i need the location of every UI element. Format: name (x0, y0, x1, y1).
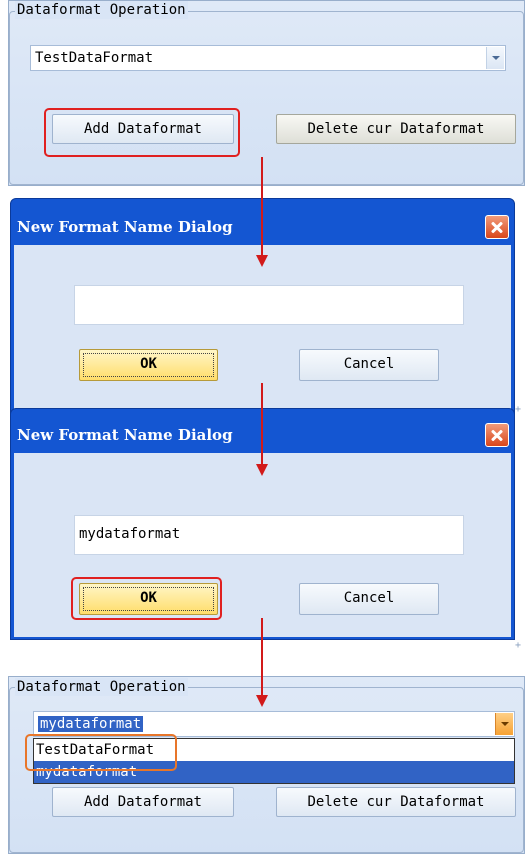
focus-ring (83, 353, 214, 377)
delete-dataformat-button[interactable]: Delete cur Dataformat (276, 114, 516, 144)
cancel-button[interactable]: Cancel (299, 349, 439, 381)
combo-value: mydataformat (38, 716, 144, 732)
group-title: Dataformat Operation (15, 1, 188, 19)
format-name-input[interactable]: mydataformat (74, 515, 464, 555)
ok-button[interactable]: OK (79, 349, 218, 381)
highlight-dropdown-item (25, 734, 177, 771)
delete-dataformat-button[interactable]: Delete cur Dataformat (276, 787, 516, 817)
close-icon[interactable] (485, 423, 509, 447)
dataformat-combo[interactable]: TestDataFormat (30, 45, 506, 71)
group-title: Dataformat Operation (15, 678, 188, 696)
dialog-title: New Format Name Dialog (17, 218, 233, 236)
close-icon[interactable] (485, 215, 509, 239)
cancel-button[interactable]: Cancel (299, 583, 439, 615)
highlight-ok-button (71, 577, 222, 620)
resize-grip-icon: + (515, 640, 522, 651)
highlight-add-button (44, 108, 240, 157)
dialog-title: New Format Name Dialog (17, 426, 233, 444)
add-dataformat-button[interactable]: Add Dataformat (52, 787, 234, 817)
dataformat-panel-1: Dataformat Operation TestDataFormat Add … (8, 0, 525, 186)
chevron-down-icon[interactable] (495, 713, 513, 735)
combo-value: TestDataFormat (35, 50, 154, 66)
group-frame (9, 11, 524, 185)
resize-grip-icon: + (515, 404, 522, 415)
format-name-input[interactable] (74, 285, 464, 325)
chevron-down-icon[interactable] (486, 47, 504, 69)
